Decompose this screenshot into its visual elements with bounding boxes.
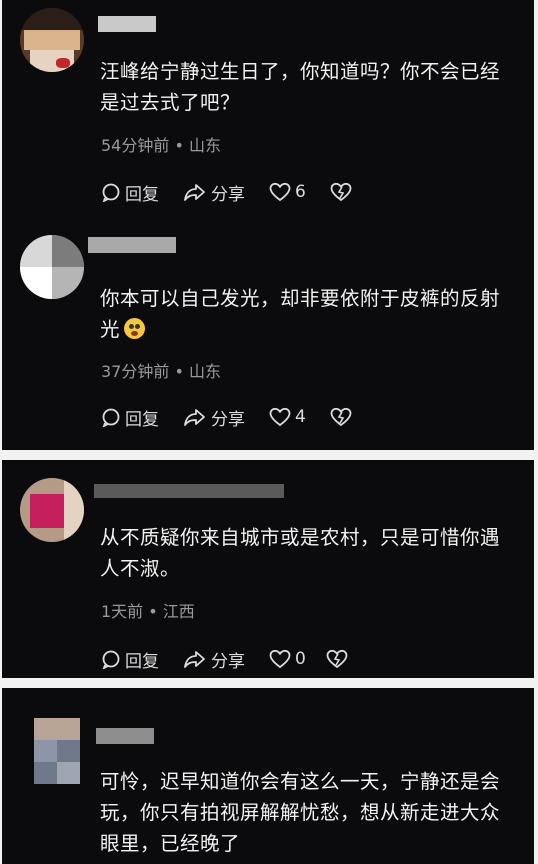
comment-text: 汪峰给宁静过生日了，你知道吗？你不会已经是过去式了吧？ xyxy=(100,60,501,114)
action-bar: 回复 分享 4 xyxy=(101,403,376,431)
broken-heart-icon xyxy=(326,649,348,669)
like-count: 4 xyxy=(295,407,306,427)
reply-label: 回复 xyxy=(125,651,159,672)
comment-bubble-icon xyxy=(102,408,120,427)
username-mosaic xyxy=(96,728,154,744)
share-label: 分享 xyxy=(211,184,245,205)
reply-label: 回复 xyxy=(125,409,159,430)
avatar[interactable] xyxy=(20,235,84,299)
like-button[interactable]: 6 xyxy=(269,182,306,202)
dislike-button[interactable] xyxy=(330,407,352,427)
broken-heart-icon xyxy=(330,407,352,427)
dislike-button[interactable] xyxy=(326,649,348,669)
comment-item: 汪峰给宁静过生日了，你知道吗？你不会已经是过去式了吧？ 54分钟前 • 山东 回… xyxy=(2,0,534,225)
comment-bubble-icon xyxy=(102,650,120,669)
comment-meta: 54分钟前 • 山东 xyxy=(101,136,221,155)
action-bar: 回复 分享 6 xyxy=(101,178,376,206)
share-arrow-icon xyxy=(184,184,205,201)
like-count: 0 xyxy=(295,649,306,669)
avatar[interactable] xyxy=(20,8,84,72)
flushed-face-emoji xyxy=(124,318,146,339)
share-label: 分享 xyxy=(211,651,245,672)
comment-card: 汪峰给宁静过生日了，你知道吗？你不会已经是过去式了吧？ 54分钟前 • 山东 回… xyxy=(2,0,534,450)
comment-meta: 1天前 • 江西 xyxy=(101,602,195,621)
heart-icon xyxy=(269,182,291,202)
comment-text: 可怜，迟早知道你会有这么一天，宁静还是会玩，你只有拍视屏解解忧愁，想从新走进大众… xyxy=(100,770,501,855)
comment-item: 从不质疑你来自城市或是农村，只是可惜你遇人不淑。 1天前 • 江西 回复 分享 … xyxy=(2,460,534,678)
like-count: 6 xyxy=(295,182,306,202)
comment-bubble-icon xyxy=(102,183,120,202)
reply-button[interactable]: 回复 xyxy=(101,180,159,205)
share-arrow-icon xyxy=(184,409,205,426)
username-mosaic xyxy=(98,16,156,32)
heart-icon xyxy=(269,649,291,669)
avatar[interactable] xyxy=(34,718,80,784)
like-button[interactable]: 4 xyxy=(269,407,306,427)
avatar[interactable] xyxy=(20,478,84,542)
share-button[interactable]: 分享 xyxy=(183,180,245,205)
action-bar: 回复 分享 0 xyxy=(101,645,372,673)
broken-heart-icon xyxy=(330,182,352,202)
share-label: 分享 xyxy=(211,409,245,430)
like-button[interactable]: 0 xyxy=(269,649,306,669)
comment-card: 从不质疑你来自城市或是农村，只是可惜你遇人不淑。 1天前 • 江西 回复 分享 … xyxy=(2,460,534,678)
comment-text: 你本可以自己发光，却非要依附于皮裤的反射光 xyxy=(100,283,514,345)
comment-item: 可怜，迟早知道你会有这么一天，宁静还是会玩，你只有拍视屏解解忧愁，想从新走进大众… xyxy=(2,688,534,864)
share-button[interactable]: 分享 xyxy=(183,647,245,672)
comment-item: 你本可以自己发光，却非要依附于皮裤的反射光 37分钟前 • 山东 回复 分享 4 xyxy=(2,225,534,450)
comment-text-content: 你本可以自己发光，却非要依附于皮裤的反射光 xyxy=(100,287,501,341)
comment-card: 可怜，迟早知道你会有这么一天，宁静还是会玩，你只有拍视屏解解忧愁，想从新走进大众… xyxy=(2,688,534,864)
heart-icon xyxy=(269,407,291,427)
username-mosaic xyxy=(88,237,176,253)
reply-label: 回复 xyxy=(125,184,159,205)
comment-meta: 37分钟前 • 山东 xyxy=(101,362,221,381)
reply-button[interactable]: 回复 xyxy=(101,647,159,672)
dislike-button[interactable] xyxy=(330,182,352,202)
share-button[interactable]: 分享 xyxy=(183,405,245,430)
share-arrow-icon xyxy=(184,651,205,668)
comment-text: 从不质疑你来自城市或是农村，只是可惜你遇人不淑。 xyxy=(100,526,501,580)
reply-button[interactable]: 回复 xyxy=(101,405,159,430)
username-mosaic xyxy=(94,484,284,498)
